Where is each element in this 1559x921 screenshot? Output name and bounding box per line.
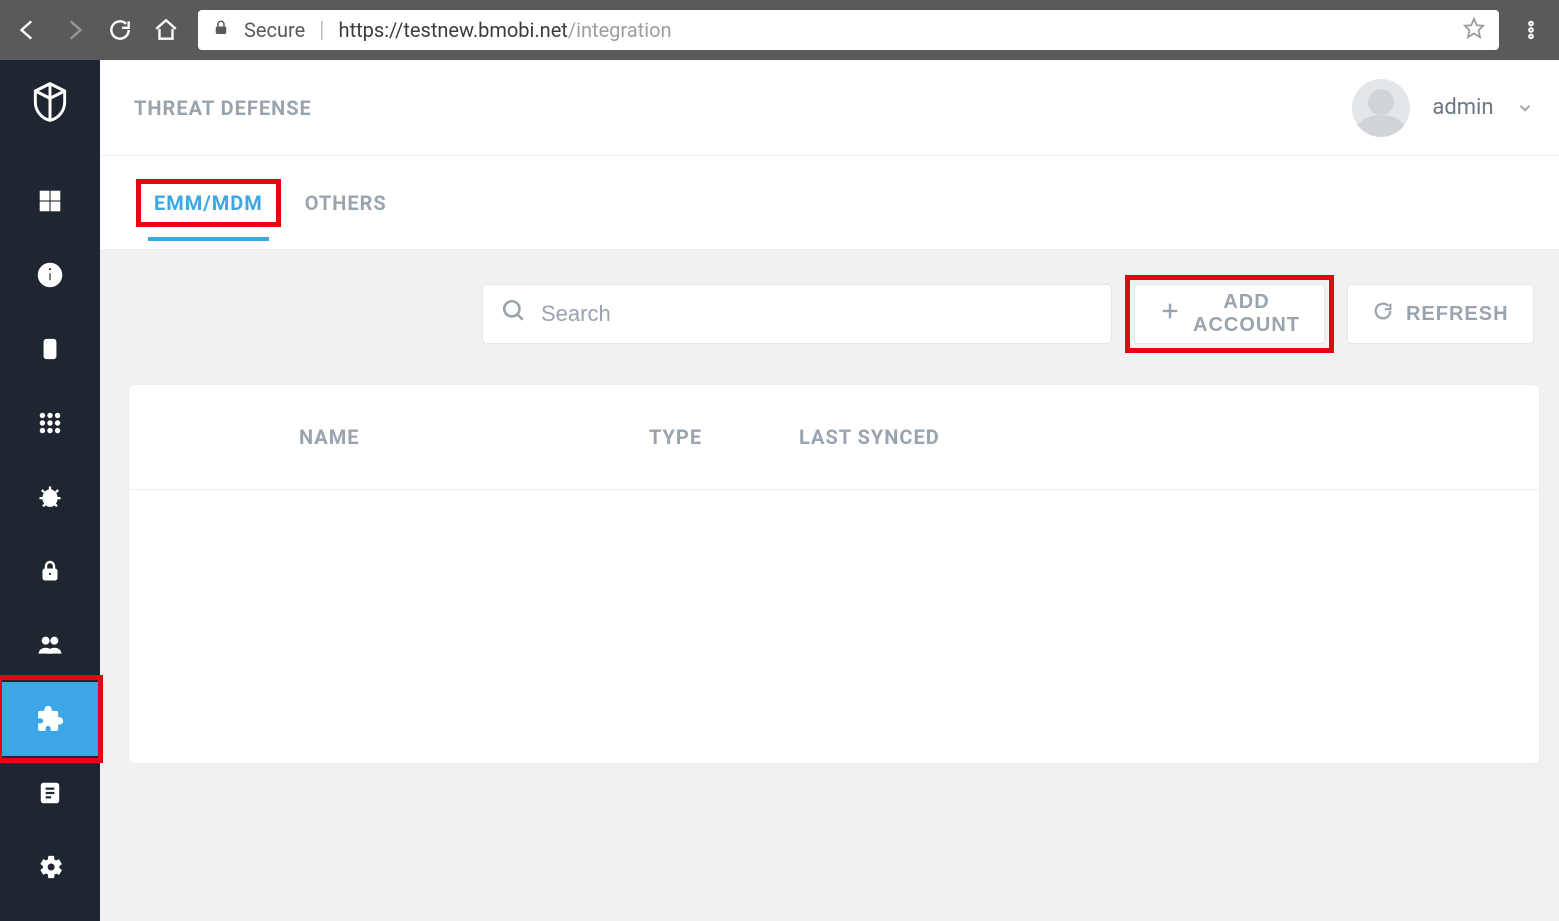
avatar <box>1352 79 1410 137</box>
sidebar-item-reports[interactable] <box>0 756 100 830</box>
forward-button[interactable] <box>60 16 88 44</box>
lock-icon <box>212 18 230 42</box>
main-content: THREAT DEFENSE admin EMM/MDM OTHERS <box>100 60 1559 921</box>
col-last-synced: LAST SYNCED <box>799 425 1539 449</box>
bookmark-star-icon[interactable] <box>1463 17 1485 44</box>
secure-label: Secure <box>244 18 305 42</box>
home-button[interactable] <box>152 16 180 44</box>
tab-emm-mdm[interactable]: EMM/MDM <box>148 181 269 225</box>
sidebar-item-integrations[interactable] <box>0 682 100 756</box>
app-header: THREAT DEFENSE admin <box>100 60 1559 156</box>
sidebar-item-dashboard[interactable] <box>0 164 100 238</box>
sidebar-item-security[interactable] <box>0 534 100 608</box>
sidebar <box>0 60 100 921</box>
sidebar-item-devices[interactable] <box>0 312 100 386</box>
accounts-table: NAME TYPE LAST SYNCED <box>128 384 1540 764</box>
sidebar-item-settings[interactable] <box>0 830 100 904</box>
chevron-down-icon <box>1516 99 1534 117</box>
back-button[interactable] <box>14 16 42 44</box>
refresh-label: REFRESH <box>1406 303 1509 326</box>
sidebar-item-threats[interactable] <box>0 460 100 534</box>
sidebar-item-users[interactable] <box>0 608 100 682</box>
user-menu[interactable]: admin <box>1352 79 1533 137</box>
page-title: THREAT DEFENSE <box>134 96 312 120</box>
refresh-icon <box>1372 300 1394 328</box>
search-box[interactable] <box>482 284 1112 344</box>
tab-strip: EMM/MDM OTHERS <box>100 156 1559 250</box>
search-input[interactable] <box>541 301 1093 327</box>
col-type: TYPE <box>649 425 799 449</box>
sidebar-item-info[interactable] <box>0 238 100 312</box>
table-header-row: NAME TYPE LAST SYNCED <box>129 385 1539 490</box>
search-icon <box>501 298 527 330</box>
tab-others[interactable]: OTHERS <box>299 181 393 225</box>
reload-button[interactable] <box>106 16 134 44</box>
plus-icon <box>1159 300 1181 328</box>
add-account-label: ADD ACCOUNT <box>1193 291 1300 337</box>
app-logo-icon <box>28 80 72 124</box>
url: https://testnew.bmobi.net/integration <box>339 18 672 42</box>
browser-chrome: Secure | https://testnew.bmobi.net/integ… <box>0 0 1559 60</box>
add-account-button[interactable]: ADD ACCOUNT <box>1134 284 1325 344</box>
refresh-button[interactable]: REFRESH <box>1347 284 1534 344</box>
address-bar[interactable]: Secure | https://testnew.bmobi.net/integ… <box>198 10 1499 50</box>
sidebar-item-apps[interactable] <box>0 386 100 460</box>
user-name: admin <box>1432 95 1493 120</box>
browser-menu-icon[interactable] <box>1517 16 1545 44</box>
toolbar: ADD ACCOUNT REFRESH <box>100 250 1559 378</box>
col-name: NAME <box>299 425 649 449</box>
